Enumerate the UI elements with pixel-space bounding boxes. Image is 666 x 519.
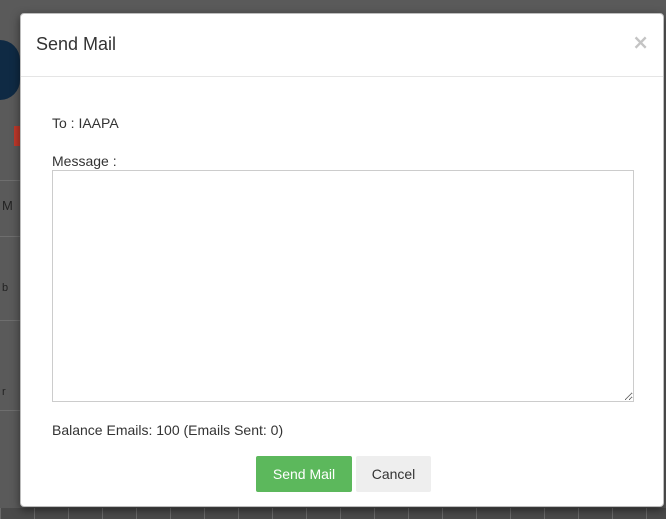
message-textarea[interactable]	[52, 170, 634, 402]
background-logo	[0, 40, 20, 100]
send-mail-button[interactable]: Send Mail	[256, 456, 352, 492]
cancel-button[interactable]: Cancel	[356, 456, 431, 492]
send-mail-modal: Send Mail × To : IAAPA Message : Balance…	[20, 13, 664, 507]
recipient-line: To : IAAPA	[52, 115, 119, 131]
email-balance-text: Balance Emails: 100 (Emails Sent: 0)	[52, 422, 284, 438]
background-divider	[0, 180, 20, 181]
background-divider	[0, 410, 20, 411]
modal-header: Send Mail ×	[21, 14, 663, 77]
background-text-fragment: M	[2, 198, 13, 213]
modal-title: Send Mail	[36, 34, 117, 54]
message-label: Message :	[52, 153, 117, 169]
background-text-fragment: b	[2, 282, 9, 294]
background-divider	[0, 236, 20, 237]
background-divider	[0, 320, 20, 321]
close-icon[interactable]: ×	[632, 32, 649, 52]
background-grid	[0, 508, 666, 519]
background-text-fragment: r	[2, 386, 6, 398]
